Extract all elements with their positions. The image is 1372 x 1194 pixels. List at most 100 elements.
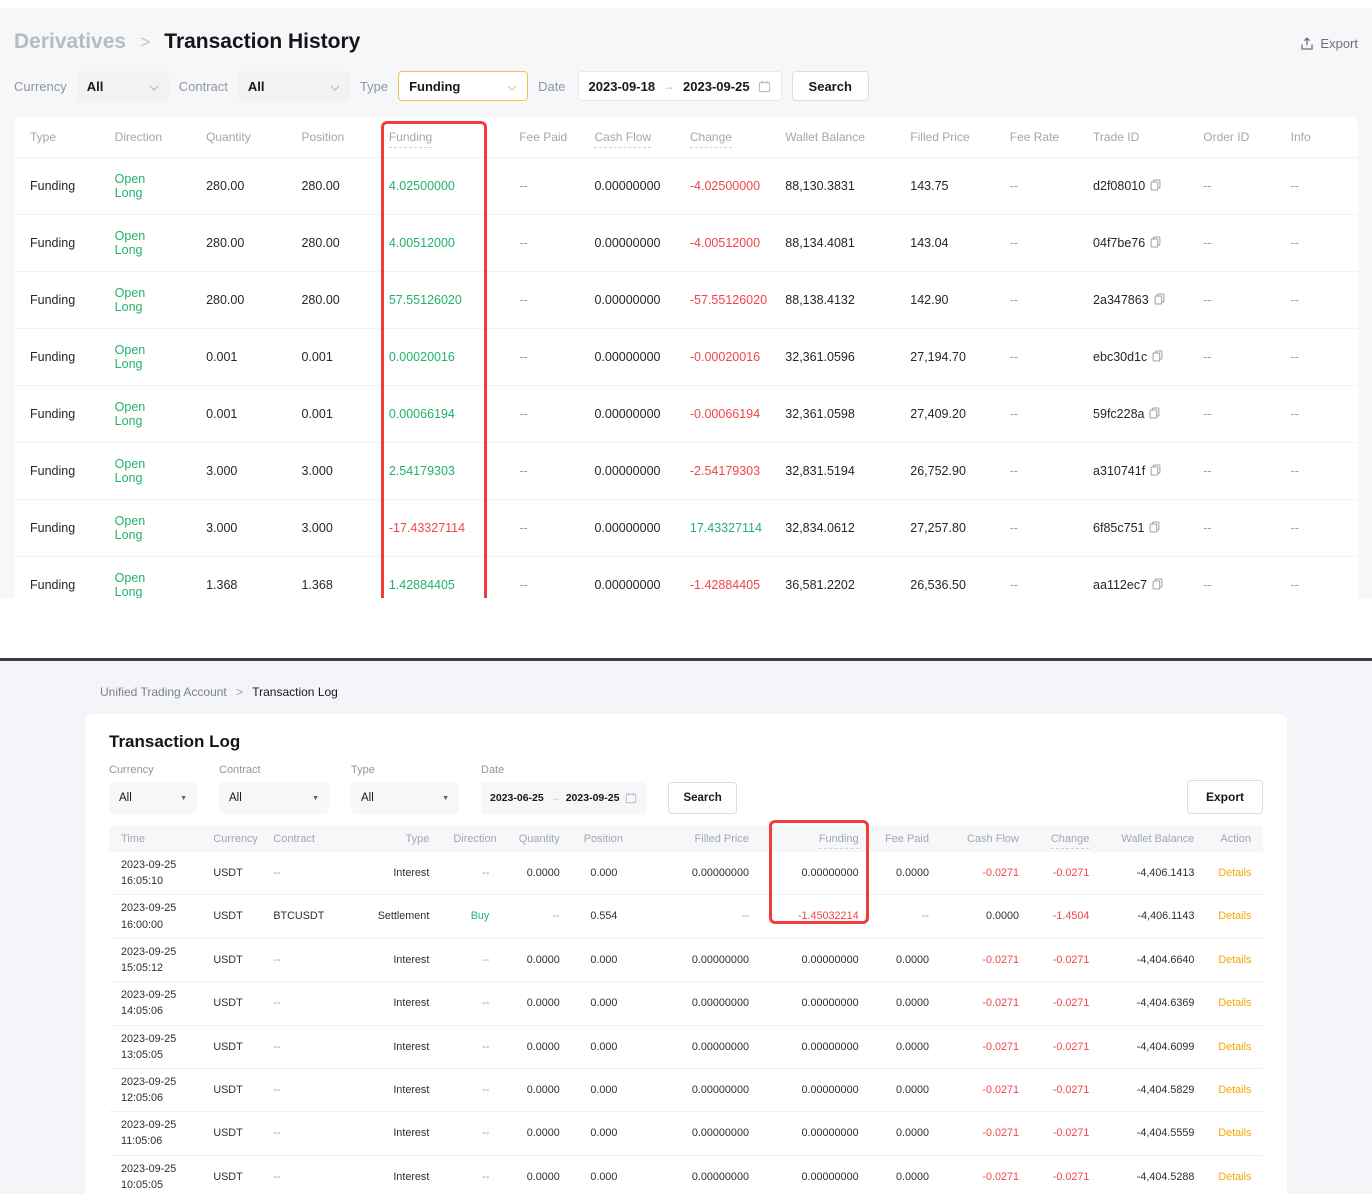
column-header-funding: Funding [373, 117, 503, 158]
currency-label: Currency [109, 764, 197, 776]
details-link[interactable]: Details [1218, 1171, 1251, 1183]
cell-value: -- [519, 578, 527, 592]
details-link[interactable]: Details [1218, 1084, 1251, 1096]
cell-value: 0.0000 [527, 1171, 560, 1183]
cell-value: -- [482, 1084, 489, 1096]
type-select[interactable]: All ▼ [351, 782, 459, 814]
cell-value: 280.00 [301, 179, 339, 193]
copy-icon[interactable] [1149, 407, 1160, 422]
cell-value: 1.368 [301, 578, 332, 592]
details-link[interactable]: Details [1218, 1041, 1251, 1053]
cell-value: USDT [213, 1171, 242, 1183]
currency-value: All [119, 792, 132, 804]
cell-value: ebc30d1c [1093, 350, 1147, 364]
date-range-input[interactable]: 2023-09-18 → 2023-09-25 [578, 71, 782, 101]
breadcrumb-derivatives[interactable]: Derivatives [14, 30, 126, 53]
copy-icon[interactable] [1152, 578, 1163, 593]
calendar-icon[interactable] [758, 80, 771, 93]
contract-select[interactable]: All ▼ [219, 782, 329, 814]
cell-value: -- [273, 1127, 280, 1139]
details-link[interactable]: Details [1218, 867, 1251, 879]
search-button[interactable]: Search [792, 71, 869, 101]
log-table: TimeCurrencyContractTypeDirectionQuantit… [109, 826, 1263, 1194]
calendar-icon[interactable] [625, 792, 637, 804]
cell-value: Interest [393, 867, 429, 879]
cell-value: -- [273, 867, 280, 879]
copy-icon[interactable] [1150, 179, 1161, 194]
transaction-history-panel: Derivatives > Transaction History Export… [0, 8, 1372, 598]
copy-icon[interactable] [1152, 350, 1163, 365]
contract-label: Contract [179, 79, 228, 94]
cell-value: -- [273, 1171, 280, 1183]
date-to[interactable]: 2023-09-25 [566, 792, 620, 804]
breadcrumb-separator: > [140, 32, 151, 52]
details-link[interactable]: Details [1218, 1127, 1251, 1139]
cell-value: 0.001 [301, 407, 332, 421]
details-link[interactable]: Details [1218, 997, 1251, 1009]
column-header-filled-price: Filled Price [629, 826, 761, 852]
date-from[interactable]: 2023-06-25 [490, 792, 544, 804]
cell-value: Funding [30, 350, 75, 364]
column-header-cash-flow: Cash Flow [578, 117, 673, 158]
table-row: FundingOpen Long3.0003.000-17.43327114--… [14, 500, 1358, 557]
export-button[interactable]: Export [1300, 36, 1358, 51]
copy-icon[interactable] [1149, 521, 1160, 536]
cell-value: 2a347863 [1093, 293, 1149, 307]
copy-icon[interactable] [1154, 293, 1165, 308]
search-button[interactable]: Search [668, 782, 736, 814]
details-link[interactable]: Details [1218, 954, 1251, 966]
filter-bar: Currency All Contract All Type Funding D… [14, 71, 1358, 101]
breadcrumb-unified-trading-account[interactable]: Unified Trading Account [100, 685, 227, 699]
cell-value: 2023-09-25 16:05:10 [121, 859, 176, 887]
cell-value: -- [1203, 179, 1211, 193]
cell-value: -0.0271 [1053, 954, 1090, 966]
cell-value: -4,404.6369 [1137, 997, 1195, 1009]
cell-value: 0.00000000 [802, 1127, 859, 1139]
date-from[interactable]: 2023-09-18 [589, 79, 656, 94]
cell-value: -- [1203, 293, 1211, 307]
cell-value: 0.001 [206, 350, 237, 364]
date-range-input[interactable]: 2023-06-25 → 2023-09-25 [481, 782, 646, 814]
cell-value: -- [1010, 464, 1018, 478]
column-header-quantity: Quantity [501, 826, 571, 852]
cell-value: -- [519, 236, 527, 250]
copy-icon[interactable] [1150, 236, 1161, 251]
cell-value: BTCUSDT [273, 910, 324, 922]
currency-label: Currency [14, 79, 67, 94]
table-row: 2023-09-25 13:05:05USDT--Interest--0.000… [109, 1025, 1263, 1068]
currency-select[interactable]: All ▼ [109, 782, 197, 814]
cell-value: Open Long [115, 229, 146, 257]
type-value: Funding [409, 79, 460, 94]
details-link[interactable]: Details [1218, 910, 1251, 922]
cell-value: 0.00000000 [692, 1171, 749, 1183]
cell-value: -- [273, 1084, 280, 1096]
export-button[interactable]: Export [1187, 780, 1263, 814]
cell-value: 0.0000 [896, 997, 929, 1009]
cell-value: 0.00000000 [594, 407, 660, 421]
cell-value: 57.55126020 [389, 293, 462, 307]
column-header-trade-id: Trade ID [1077, 117, 1187, 158]
date-to[interactable]: 2023-09-25 [683, 79, 750, 94]
type-select[interactable]: Funding [398, 71, 528, 101]
log-filter-bar: Currency All ▼ Contract All ▼ Type All ▼ [109, 764, 1263, 814]
column-header-time: Time [109, 826, 201, 852]
type-label: Type [360, 79, 388, 94]
cell-value: 27,409.20 [910, 407, 966, 421]
cell-value: -- [553, 910, 560, 922]
cell-value: 0.000 [590, 954, 617, 966]
currency-select[interactable]: All [77, 71, 169, 101]
copy-icon[interactable] [1150, 464, 1161, 479]
cell-value: 142.90 [910, 293, 948, 307]
cell-value: -- [1010, 578, 1018, 592]
cell-value: 0.000 [590, 1127, 617, 1139]
cell-value: 143.04 [910, 236, 948, 250]
cell-value: -0.0271 [982, 1171, 1019, 1183]
cell-value: 26,536.50 [910, 578, 966, 592]
cell-value: -2.54179303 [690, 464, 760, 478]
cell-value: 0.0000 [527, 1084, 560, 1096]
contract-select[interactable]: All [238, 71, 350, 101]
cell-value: 26,752.90 [910, 464, 966, 478]
cell-value: -- [1010, 179, 1018, 193]
cell-value: 0.0000 [986, 910, 1019, 922]
dropdown-arrow-icon: ▼ [312, 795, 319, 802]
